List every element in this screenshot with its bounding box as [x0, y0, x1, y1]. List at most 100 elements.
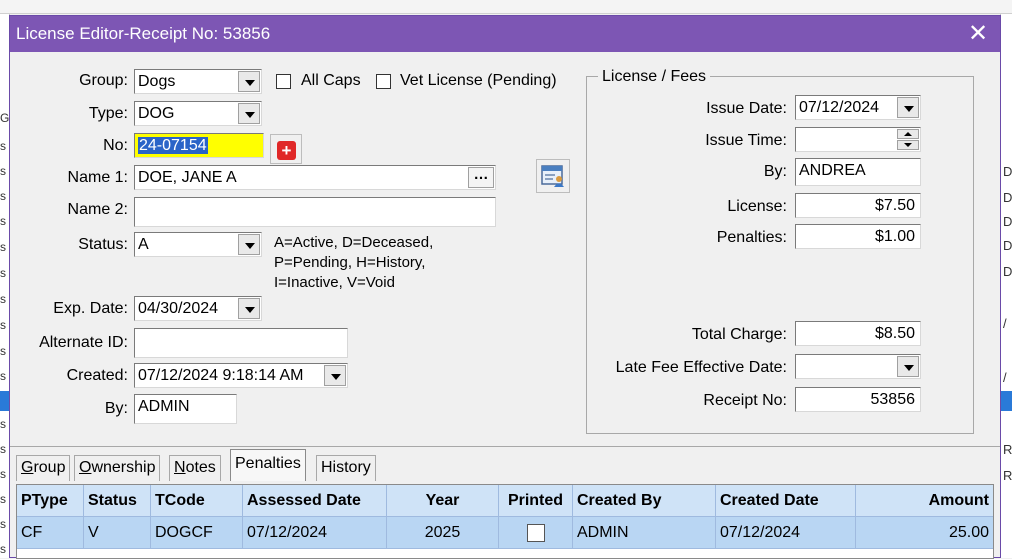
chevron-down-icon[interactable] [897, 97, 919, 118]
printed-checkbox[interactable] [527, 524, 545, 542]
status-help-line: A=Active, D=Deceased, [274, 234, 434, 251]
chevron-down-icon[interactable] [238, 71, 260, 92]
column-header-status[interactable]: Status [84, 485, 151, 517]
chevron-down-icon[interactable] [238, 298, 260, 319]
cell-created-date: 07/12/2024 [716, 517, 856, 549]
spinner[interactable] [897, 129, 919, 150]
column-header-tcode[interactable]: TCode [151, 485, 243, 517]
contact-card-icon [541, 165, 564, 187]
type-value: DOG [138, 105, 175, 122]
tab-label: History [321, 459, 371, 476]
all-caps-checkbox[interactable] [276, 74, 291, 89]
background-text: s [0, 318, 6, 332]
name1-input[interactable]: DOE, JANE A … [134, 165, 496, 190]
cell-created-by: ADMIN [573, 517, 716, 549]
table-row[interactable]: CF V DOGCF 07/12/2024 2025 ADMIN 07/12/2… [17, 517, 993, 549]
tab-ownership[interactable]: Ownership [74, 455, 161, 481]
total-charge-label: Total Charge: [691, 326, 787, 343]
receipt-no-value: 53856 [870, 391, 916, 408]
fees-by-label: By: [763, 163, 787, 180]
issue-date-picker[interactable]: 07/12/2024 [795, 95, 921, 120]
name1-label: Name 1: [67, 169, 128, 186]
column-header-created-date[interactable]: Created Date [716, 485, 856, 517]
background-window-toolbar [0, 0, 1012, 14]
background-text: s [0, 240, 6, 254]
created-picker[interactable]: 07/12/2024 9:18:14 AM [134, 363, 348, 388]
background-list-right: D D D D D / / R R [1000, 14, 1012, 558]
background-text: D [1003, 238, 1012, 253]
background-text: s [0, 442, 6, 456]
background-text: s [0, 164, 6, 178]
contact-card-button[interactable] [536, 159, 570, 193]
name2-input[interactable] [134, 197, 496, 227]
tab-group[interactable]: Group [16, 455, 71, 481]
issue-time-input[interactable] [795, 127, 921, 152]
window-title: License Editor-Receipt No: 53856 [16, 24, 271, 43]
late-fee-date-picker[interactable] [795, 354, 921, 379]
exp-date-label: Exp. Date: [53, 300, 128, 317]
cell-status: V [84, 517, 151, 549]
chevron-down-icon[interactable] [238, 234, 260, 255]
close-button[interactable]: ✕ [964, 20, 992, 48]
vet-license-checkbox[interactable] [376, 74, 391, 89]
column-header-year[interactable]: Year [387, 485, 499, 517]
column-header-assessed-date[interactable]: Assessed Date [243, 485, 387, 517]
tab-label: otes [185, 459, 216, 476]
plus-icon: + [277, 141, 296, 160]
created-value: 07/12/2024 9:18:14 AM [138, 367, 304, 384]
cell-ptype: CF [17, 517, 84, 549]
column-header-created-by[interactable]: Created By [573, 485, 716, 517]
chevron-down-icon[interactable] [324, 365, 346, 386]
tab-label: roup [33, 459, 66, 476]
cell-year: 2025 [387, 517, 499, 549]
background-text: D [1003, 164, 1012, 179]
penalties-value: $1.00 [874, 228, 915, 245]
group-label: Group: [79, 72, 128, 89]
background-text: s [0, 189, 6, 203]
license-no-input[interactable]: 24-07154 [134, 133, 264, 158]
column-header-amount[interactable]: Amount [856, 485, 993, 517]
license-editor-dialog: License Editor-Receipt No: 53856 ✕ Group… [9, 15, 1001, 559]
license-fees-title: License / Fees [598, 68, 711, 86]
fees-by-input[interactable]: ANDREA [795, 158, 921, 186]
exp-date-picker[interactable]: 04/30/2024 [134, 296, 262, 321]
cell-amount: 25.00 [948, 524, 989, 541]
ellipsis-icon[interactable]: … [468, 167, 494, 188]
tab-history[interactable]: History [316, 455, 376, 481]
background-selected-row [1000, 391, 1012, 411]
column-header-ptype[interactable]: PType [17, 485, 84, 517]
type-label: Type: [88, 105, 128, 122]
spin-down-icon[interactable] [897, 140, 919, 150]
column-header-printed[interactable]: Printed [499, 485, 573, 517]
tab-label: Penalties [235, 455, 301, 472]
license-fee-input[interactable]: $7.50 [795, 193, 921, 218]
grid-header-row: PType Status TCode Assessed Date Year Pr… [17, 485, 993, 517]
chevron-down-icon[interactable] [897, 356, 919, 377]
spin-up-icon[interactable] [897, 129, 919, 139]
cell-printed [499, 517, 573, 549]
by-input[interactable]: ADMIN [134, 394, 237, 424]
tab-mnemonic: G [21, 459, 34, 476]
license-fee-label: License: [727, 198, 787, 215]
tab-label: wnership [91, 459, 156, 476]
exp-date-value: 04/30/2024 [138, 300, 219, 317]
title-bar[interactable]: License Editor-Receipt No: 53856 ✕ [10, 16, 1000, 52]
by-value: ADMIN [138, 398, 190, 415]
total-charge-value: $8.50 [874, 325, 915, 342]
chevron-down-icon[interactable] [238, 103, 260, 124]
created-label: Created: [66, 367, 128, 384]
receipt-no-input[interactable]: 53856 [795, 387, 921, 412]
background-text: D [1003, 264, 1012, 279]
type-combo[interactable]: DOG [134, 101, 262, 126]
penalties-input[interactable]: $1.00 [795, 224, 921, 249]
penalties-label: Penalties: [716, 229, 787, 246]
vet-license-label: Vet License (Pending) [400, 72, 557, 89]
status-combo[interactable]: A [134, 232, 262, 257]
tab-penalties[interactable]: Penalties [230, 449, 306, 481]
add-button[interactable]: + [270, 134, 302, 164]
alternate-id-input[interactable] [134, 328, 348, 358]
tab-notes[interactable]: Notes [169, 455, 221, 481]
cell-assessed-date: 07/12/2024 [243, 517, 387, 549]
group-combo[interactable]: Dogs [134, 69, 262, 94]
total-charge-input[interactable]: $8.50 [795, 321, 921, 346]
